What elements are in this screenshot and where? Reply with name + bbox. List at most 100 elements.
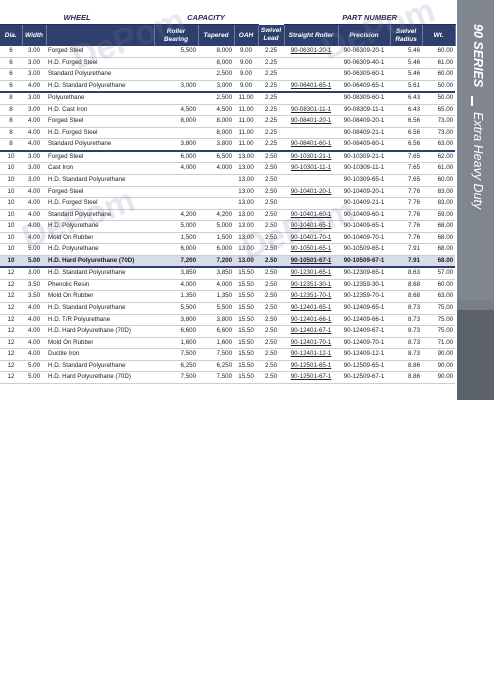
cell-roller-bearing: 7,200	[154, 255, 199, 268]
cell-oah: 13.00	[234, 149, 259, 164]
cell-roller-bearing	[154, 127, 199, 140]
cell-straight-roller: 90-10401-20-1	[284, 186, 339, 199]
cell-dia: 6	[0, 68, 22, 81]
table-row: 12 5.00 H.D. Hard Polyurethane (70D) 7,500 7…	[0, 371, 456, 384]
cell-swivel-lead: 2.50	[258, 279, 285, 292]
cell-swivel-radius: 5.46	[390, 46, 423, 58]
cell-precision: 90-08309-60-1	[338, 91, 391, 105]
cell-roller-bearing: 8,000	[154, 115, 199, 128]
cell-tapered: 3,800	[198, 314, 235, 327]
cell-dia: 12	[0, 348, 22, 361]
cell-weight: 61.00	[422, 162, 456, 175]
cell-straight-roller: 90-10301-21-1	[284, 149, 339, 164]
col-swivel-lead: Swivel Lead	[258, 24, 285, 46]
cell-swivel-radius: 8.73	[390, 337, 423, 350]
cell-wheel-type: Ductile Iron	[46, 348, 155, 361]
cell-weight: 83.00	[422, 197, 456, 210]
cell-width: 3.50	[22, 279, 46, 292]
cell-oah: 13.00	[234, 162, 259, 175]
cell-straight-roller: 90-06401-65-1	[284, 80, 339, 93]
table-row: 12 4.00 H.D. Hard Polyurethane (70D) 6,600 6…	[0, 325, 456, 338]
cell-dia: 10	[0, 232, 22, 245]
cell-swivel-radius: 6.43	[390, 104, 423, 117]
cell-precision: 90-12359-30-1	[338, 279, 391, 292]
cell-roller-bearing: 1,350	[154, 290, 199, 304]
cell-precision: 90-12509-65-1	[338, 360, 391, 373]
cell-swivel-radius: 8.73	[390, 325, 423, 338]
cell-roller-bearing: 4,000	[154, 279, 199, 292]
cell-width: 3.00	[22, 57, 46, 70]
cell-wheel-type: H.D. Cast Iron	[46, 104, 155, 117]
cell-dia: 12	[0, 360, 22, 373]
cell-tapered: 7,500	[198, 371, 235, 384]
cell-swivel-radius: 8.68	[390, 279, 423, 292]
cell-wheel-type: H.D. Hard Polyurethane (70D)	[46, 255, 155, 268]
cell-oah: 15.50	[234, 302, 259, 315]
cell-precision: 90-08409-21-1	[338, 127, 391, 140]
cell-width: 4.00	[22, 115, 46, 128]
cell-dia: 10	[0, 255, 22, 268]
cell-wheel-type: Mold On Rubber	[46, 337, 155, 350]
cell-tapered: 2,500	[198, 68, 235, 81]
cell-precision: 90-12409-65-1	[338, 302, 391, 315]
cell-swivel-radius: 6.56	[390, 138, 423, 152]
cell-straight-roller: 90-12401-65-1	[284, 302, 339, 315]
cell-dia: 8	[0, 138, 22, 152]
cell-swivel-radius: 6.56	[390, 127, 423, 140]
table-row: 12 3.50 Phenolic Resin 4,000 4,000 15.50 2.50 9…	[0, 279, 456, 292]
cell-straight-roller: 90-08401-20-1	[284, 115, 339, 128]
table-row-highlighted: 10 5.00 H.D. Hard Polyurethane (70D) 7,200 7…	[0, 255, 456, 268]
cell-weight: 75.00	[422, 314, 456, 327]
cell-swivel-lead: 2.50	[258, 325, 285, 338]
cell-swivel-radius: 5.61	[390, 80, 423, 93]
cell-precision: 90-10509-65-1	[338, 243, 391, 256]
cell-straight-roller	[284, 68, 339, 81]
cell-dia: 6	[0, 80, 22, 93]
cell-tapered: 7,500	[198, 348, 235, 361]
catalog-page: WHEEL CAPACITY PART NUMBER Dia. Width Ro…	[0, 0, 494, 699]
col-tapered: Tapered	[198, 24, 235, 46]
cell-oah: 9.00	[234, 46, 259, 58]
table-row: 8 4.00 Standard Polyurethane 3,800 3,800 11.0…	[0, 138, 456, 152]
series-tab: 90 SERIES Extra Heavy Duty	[457, 0, 494, 300]
cell-straight-roller: 90-10501-67-1	[284, 255, 339, 268]
cell-wheel-type: Forged Steel	[46, 149, 155, 164]
cell-roller-bearing: 4,000	[154, 162, 199, 175]
cell-swivel-radius: 5.46	[390, 57, 423, 70]
cell-swivel-lead: 2.50	[258, 360, 285, 373]
cell-weight: 57.00	[422, 266, 456, 280]
cell-swivel-radius: 8.73	[390, 314, 423, 327]
col-width: Width	[22, 24, 47, 46]
col-dia: Dia.	[0, 24, 23, 46]
table-row: 8 4.00 Forged Steel 8,000 8,000 11.00 2.25 90-0…	[0, 115, 456, 128]
cell-weight: 63.00	[422, 138, 456, 152]
cell-weight: 61.00	[422, 57, 456, 70]
cell-width: 4.00	[22, 337, 46, 350]
cell-tapered: 2,500	[198, 91, 235, 105]
cell-oah: 11.00	[234, 138, 259, 152]
cell-width: 4.00	[22, 80, 46, 93]
cell-weight: 73.00	[422, 115, 456, 128]
series-label: 90 SERIES	[471, 24, 485, 88]
cell-swivel-radius: 7.76	[390, 209, 423, 222]
cell-wheel-type: H.D. Standard Polyurethane	[46, 302, 155, 315]
cell-weight: 59.00	[422, 209, 456, 222]
cell-swivel-lead: 2.25	[258, 127, 285, 140]
cell-roller-bearing	[154, 68, 199, 81]
cell-roller-bearing: 4,500	[154, 104, 199, 117]
cell-weight: 65.00	[422, 104, 456, 117]
cell-oah: 13.00	[234, 174, 259, 187]
cell-roller-bearing: 5,500	[154, 302, 199, 315]
cell-straight-roller: 90-12501-67-1	[284, 371, 339, 384]
cell-tapered: 6,250	[198, 360, 235, 373]
cell-swivel-radius: 7.76	[390, 232, 423, 245]
cell-swivel-lead: 2.25	[258, 80, 285, 93]
cell-swivel-radius: 7.76	[390, 186, 423, 199]
cell-swivel-radius: 8.68	[390, 290, 423, 304]
cell-width: 3.50	[22, 290, 46, 304]
cell-dia: 12	[0, 290, 22, 304]
cell-oah: 15.50	[234, 337, 259, 350]
cell-oah: 15.50	[234, 266, 259, 280]
cell-tapered: 8,000	[198, 46, 235, 58]
cell-dia: 8	[0, 91, 22, 105]
